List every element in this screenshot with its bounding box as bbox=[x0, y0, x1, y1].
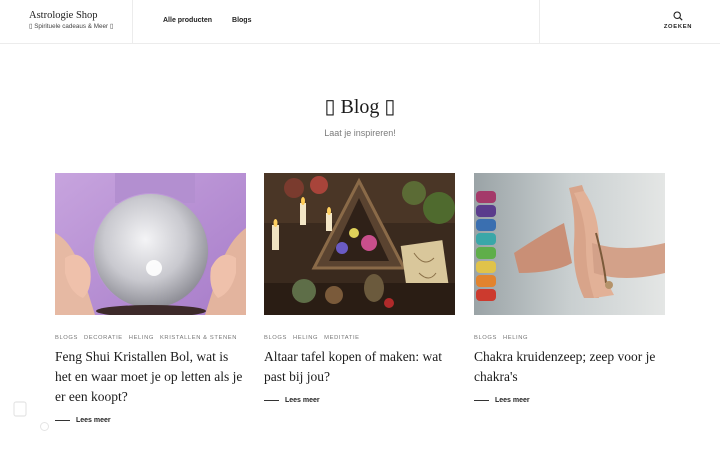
search-button[interactable]: ZOEKEN bbox=[658, 11, 698, 30]
read-more-line bbox=[55, 420, 70, 421]
read-more-link[interactable]: Lees meer bbox=[264, 397, 455, 404]
page-title: ▯ Blog ▯ bbox=[324, 96, 396, 118]
brand-tagline: ▯ Spirituele cadeaus & Meer ▯ bbox=[29, 23, 114, 30]
post-tags: BLOGS DECORATIE HELING KRISTALLEN & STEN… bbox=[55, 335, 246, 341]
post-title[interactable]: Chakra kruidenzeep; zeep voor je chakra'… bbox=[474, 347, 665, 387]
altar-image bbox=[264, 173, 455, 315]
main-nav: Alle producten Blogs bbox=[163, 17, 251, 24]
floating-widget-icon[interactable] bbox=[13, 401, 27, 417]
post-title[interactable]: Feng Shui Kristallen Bol, wat is het en … bbox=[55, 347, 246, 407]
post-title[interactable]: Altaar tafel kopen of maken: wat past bi… bbox=[264, 347, 455, 387]
tag-link[interactable]: BLOGS bbox=[474, 335, 497, 341]
site-header: Astrologie Shop ▯ Spirituele cadeaus & M… bbox=[0, 0, 720, 44]
blog-card: BLOGS HELING Chakra kruidenzeep; zeep vo… bbox=[474, 173, 665, 404]
read-more-line bbox=[474, 400, 489, 401]
read-more-link[interactable]: Lees meer bbox=[474, 397, 665, 404]
tag-link[interactable]: DECORATIE bbox=[84, 335, 123, 341]
nav-item-alle-producten[interactable]: Alle producten bbox=[163, 17, 212, 24]
toast-icon bbox=[40, 422, 49, 431]
tag-link[interactable]: HELING bbox=[129, 335, 154, 341]
post-tags: BLOGS HELING bbox=[474, 335, 665, 341]
read-more-label: Lees meer bbox=[495, 397, 530, 404]
tag-link[interactable]: BLOGS bbox=[264, 335, 287, 341]
post-thumbnail[interactable] bbox=[264, 173, 455, 315]
nav-item-blogs[interactable]: Blogs bbox=[232, 17, 251, 24]
blog-card: BLOGS HELING MEDITATIE Altaar tafel kope… bbox=[264, 173, 455, 404]
page-subtitle: Laat je inspireren! bbox=[324, 128, 396, 138]
blog-card: BLOGS DECORATIE HELING KRISTALLEN & STEN… bbox=[55, 173, 246, 424]
tag-link[interactable]: HELING bbox=[503, 335, 528, 341]
chakra-hands-image bbox=[474, 173, 665, 315]
crystal-ball-image bbox=[55, 173, 246, 315]
notification-toast bbox=[40, 422, 190, 431]
tag-link[interactable]: MEDITATIE bbox=[324, 335, 359, 341]
read-more-line bbox=[264, 400, 279, 401]
read-more-label: Lees meer bbox=[285, 397, 320, 404]
tag-link[interactable]: HELING bbox=[293, 335, 318, 341]
search-label: ZOEKEN bbox=[663, 24, 693, 30]
tag-link[interactable]: BLOGS bbox=[55, 335, 78, 341]
post-thumbnail[interactable] bbox=[55, 173, 246, 315]
tag-link[interactable]: KRISTALLEN & STENEN bbox=[160, 335, 237, 341]
brand-title[interactable]: Astrologie Shop bbox=[29, 10, 132, 21]
header-divider bbox=[539, 0, 540, 44]
post-tags: BLOGS HELING MEDITATIE bbox=[264, 335, 455, 341]
search-icon bbox=[673, 11, 683, 21]
brand[interactable]: Astrologie Shop ▯ Spirituele cadeaus & M… bbox=[0, 0, 133, 44]
post-thumbnail[interactable] bbox=[474, 173, 665, 315]
toast-row bbox=[40, 422, 190, 431]
